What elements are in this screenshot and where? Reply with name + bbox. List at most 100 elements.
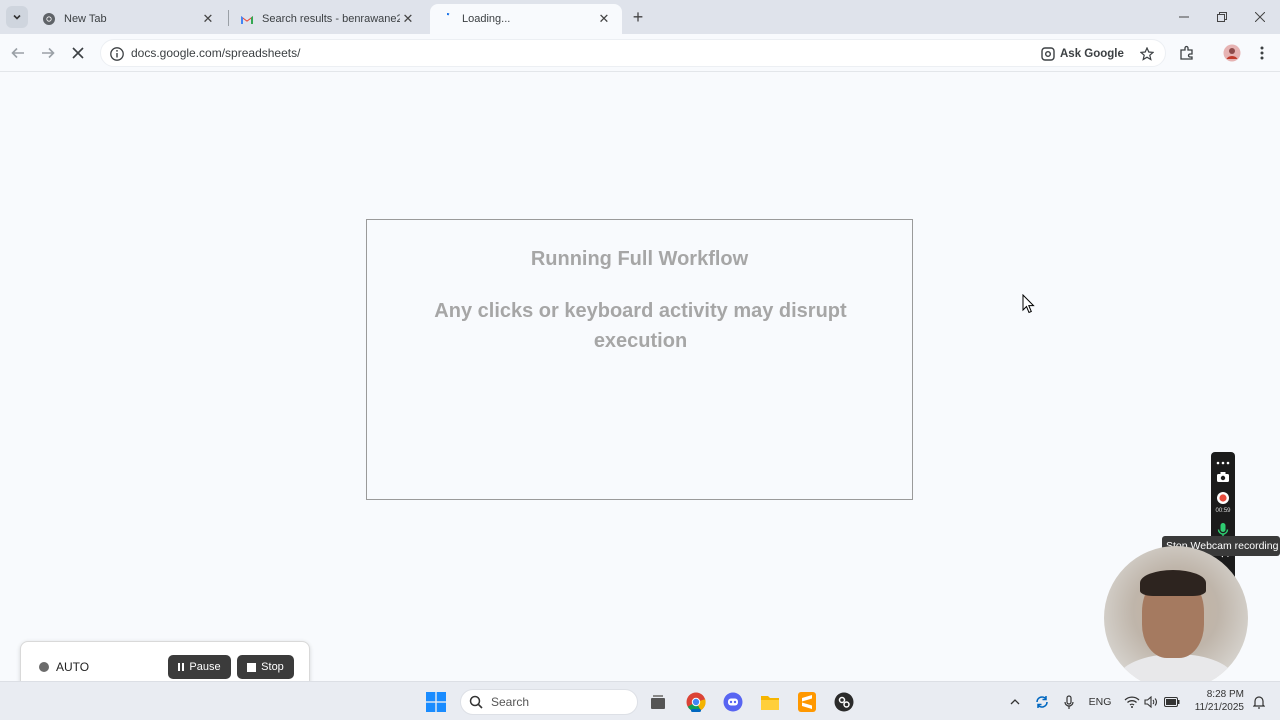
taskbar-clock[interactable]: 8:28 PM 11/21/2025 — [1188, 688, 1244, 714]
workflow-warning-message: Any clicks or keyboard activity may disr… — [434, 300, 847, 352]
stop-button[interactable]: Stop — [237, 655, 294, 679]
tab-title: Loading... — [462, 13, 511, 25]
address-bar[interactable]: docs.google.com/spreadsheets/ Ask Google — [100, 39, 1166, 67]
tab-new-tab[interactable]: New Tab ✕ — [32, 4, 226, 34]
close-window-button[interactable] — [1241, 0, 1279, 34]
search-icon — [469, 695, 483, 709]
recording-timer: 00:59 — [1215, 508, 1231, 514]
close-icon — [72, 47, 84, 59]
tab-separator — [228, 10, 229, 26]
close-tab-icon[interactable]: ✕ — [596, 11, 612, 27]
tray-wifi[interactable] — [1122, 692, 1142, 712]
ask-google-button[interactable]: Ask Google — [1041, 43, 1124, 65]
mouse-cursor-icon — [1022, 294, 1035, 314]
workflow-overlay-dialog: Running Full Workflow Any clicks or keyb… — [366, 219, 913, 500]
taskbar-file-explorer[interactable] — [758, 690, 782, 714]
tab-gmail-search[interactable]: Search results - benrawane2012 ✕ — [230, 4, 426, 34]
notification-bell-icon — [1253, 696, 1265, 709]
more-vertical-icon — [1260, 46, 1264, 60]
pause-icon — [178, 663, 185, 671]
chevron-up-icon — [1010, 699, 1020, 705]
screenshot-button[interactable] — [1214, 468, 1232, 486]
windows-taskbar: Search ENG 8:28 PM 11/21/2025 — [0, 681, 1280, 720]
profile-avatar[interactable] — [1222, 43, 1242, 63]
lens-icon — [1041, 47, 1055, 61]
restore-button[interactable] — [1203, 0, 1241, 34]
minimize-icon — [1179, 16, 1189, 18]
wifi-icon — [1124, 696, 1140, 708]
taskbar-sublime-text[interactable] — [795, 690, 819, 714]
tab-title: Search results - benrawane2012 — [262, 13, 400, 25]
show-hidden-icons-button[interactable] — [1006, 692, 1024, 712]
close-tab-icon[interactable]: ✕ — [200, 11, 216, 27]
pause-label: Pause — [189, 661, 221, 673]
forward-button[interactable] — [36, 41, 60, 65]
chrome-icon — [42, 12, 56, 26]
language-indicator[interactable]: ENG — [1086, 692, 1114, 712]
start-button[interactable] — [424, 690, 448, 714]
puzzle-icon — [1180, 45, 1193, 60]
tab-strip: New Tab ✕ Search results - benrawane2012… — [0, 0, 1280, 34]
url-text[interactable]: docs.google.com/spreadsheets/ — [131, 46, 300, 60]
taskbar-search-box[interactable]: Search — [460, 689, 638, 715]
active-app-indicator — [691, 709, 701, 712]
webcam-person-hair — [1140, 570, 1206, 596]
browser-menu-button[interactable] — [1252, 43, 1272, 63]
taskbar-chrome[interactable] — [684, 690, 708, 714]
taskbar-task-view[interactable] — [646, 690, 670, 714]
taskbar-search-placeholder: Search — [491, 695, 530, 709]
gmail-icon — [240, 12, 254, 26]
tray-microphone[interactable] — [1060, 692, 1078, 712]
windows-logo-icon — [426, 692, 446, 712]
clock-date: 11/21/2025 — [1194, 702, 1244, 713]
sublime-text-icon — [798, 692, 816, 712]
pause-button[interactable]: Pause — [168, 655, 231, 679]
bookmark-star-button[interactable] — [1137, 44, 1157, 64]
clock-time: 8:28 PM — [1206, 689, 1244, 700]
avatar-icon — [1223, 44, 1241, 62]
stop-icon — [247, 662, 257, 672]
tray-battery[interactable] — [1162, 692, 1182, 712]
close-tab-icon[interactable]: ✕ — [400, 11, 416, 27]
new-tab-button[interactable]: + — [628, 7, 648, 27]
tab-loading[interactable]: Loading... ✕ — [430, 4, 622, 34]
sync-icon — [1036, 696, 1048, 708]
folder-icon — [761, 695, 779, 710]
arrow-left-icon — [11, 47, 24, 59]
star-icon — [1140, 47, 1154, 61]
arrow-right-icon — [42, 47, 55, 59]
workflow-title: Running Full Workflow — [530, 248, 749, 270]
tab-title: New Tab — [64, 13, 107, 25]
app-icon — [834, 692, 854, 712]
chevron-down-icon — [13, 14, 21, 20]
tab-search-button[interactable] — [6, 6, 28, 28]
camera-icon — [1217, 472, 1229, 482]
plus-icon: + — [632, 6, 644, 27]
site-info-icon[interactable] — [109, 46, 125, 62]
status-dot-icon — [39, 662, 49, 672]
taskbar-discord[interactable] — [721, 690, 745, 714]
minimize-button[interactable] — [1165, 0, 1203, 34]
task-view-icon — [651, 695, 665, 709]
restore-icon — [1217, 12, 1227, 22]
taskbar-app[interactable] — [832, 690, 856, 714]
notification-button[interactable] — [1250, 692, 1268, 712]
record-icon — [1217, 492, 1229, 504]
stop-loading-button[interactable] — [66, 41, 90, 65]
loading-spinner-icon — [440, 12, 454, 26]
webcam-preview[interactable] — [1104, 546, 1248, 690]
back-button[interactable] — [6, 41, 30, 65]
more-horizontal-icon — [1216, 461, 1230, 465]
extensions-button[interactable] — [1177, 43, 1197, 63]
automation-mode-label: AUTO — [56, 660, 90, 674]
close-icon — [1255, 12, 1265, 22]
tray-sync[interactable] — [1032, 692, 1052, 712]
discord-icon — [723, 692, 743, 712]
record-button[interactable] — [1214, 489, 1232, 507]
speaker-icon — [1144, 696, 1157, 708]
battery-icon — [1164, 697, 1180, 707]
microphone-icon — [1064, 694, 1074, 709]
ask-google-label: Ask Google — [1060, 48, 1124, 60]
tray-volume[interactable] — [1142, 692, 1160, 712]
stop-label: Stop — [261, 661, 284, 673]
